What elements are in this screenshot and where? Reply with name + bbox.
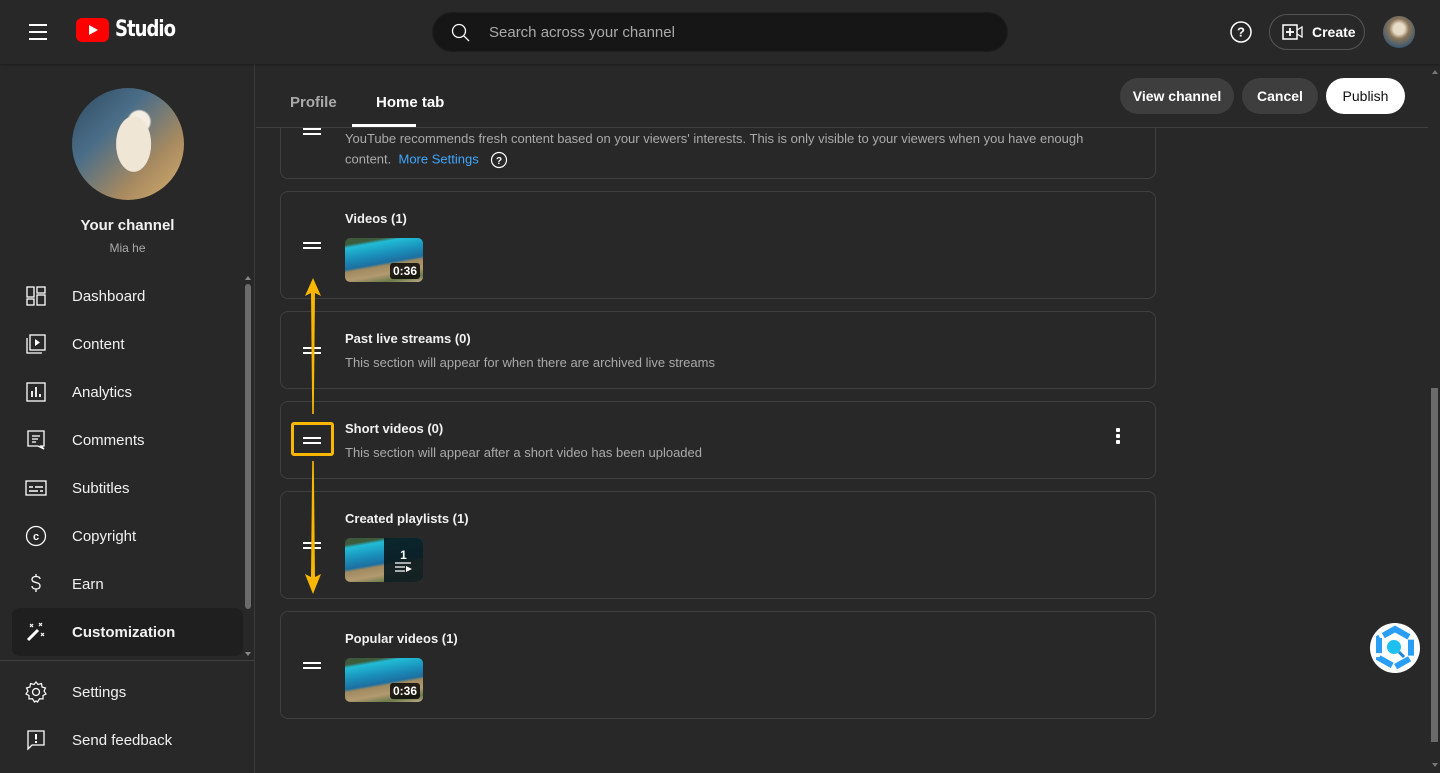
dashboard-icon: [26, 286, 46, 306]
sidebar-item-label: Copyright: [72, 527, 137, 545]
sidebar-item-comments[interactable]: Comments: [0, 416, 255, 464]
section-card-past-live-streams[interactable]: Past live streams (0) This section will …: [280, 311, 1156, 389]
create-video-icon: [1282, 24, 1303, 40]
more-options-icon[interactable]: [1115, 428, 1121, 446]
help-icon[interactable]: ?: [1229, 20, 1253, 44]
playlist-thumbnail[interactable]: 1: [345, 538, 423, 582]
top-bar: Studio ? Create: [0, 0, 1440, 64]
search-input[interactable]: [489, 13, 989, 51]
view-channel-button[interactable]: View channel: [1120, 78, 1234, 114]
copyright-icon: c: [25, 525, 47, 547]
section-title: Past live streams (0): [345, 331, 471, 346]
video-duration: 0:36: [389, 683, 420, 699]
cancel-button[interactable]: Cancel: [1242, 78, 1318, 114]
section-title: Videos (1): [345, 211, 407, 226]
drag-handle-icon[interactable]: [303, 662, 321, 669]
search-box[interactable]: [432, 12, 1008, 52]
section-card-popular-videos[interactable]: Popular videos (1) 0:36: [280, 611, 1156, 719]
dollar-icon: [31, 574, 41, 592]
section-card-created-playlists[interactable]: Created playlists (1) 1: [280, 491, 1156, 599]
tab-profile[interactable]: Profile: [290, 94, 337, 111]
sidebar-bottom-nav: Settings Send feedback: [0, 668, 255, 764]
playlist-count: 1: [400, 548, 407, 562]
tab-home[interactable]: Home tab: [376, 94, 444, 111]
sidebar-item-label: Content: [72, 335, 125, 353]
sidebar-item-label: Dashboard: [72, 287, 146, 305]
section-card-short-videos[interactable]: Short videos (0) This section will appea…: [280, 401, 1156, 479]
youtube-studio-logo[interactable]: Studio: [76, 17, 188, 42]
section-title: Popular videos (1): [345, 631, 458, 646]
sidebar-scrollbar[interactable]: [244, 276, 252, 656]
sidebar: Your channel Mia he Dashboard Content An…: [0, 64, 255, 773]
sidebar-item-label: Comments: [72, 431, 145, 449]
section-card-videos[interactable]: Videos (1) 0:36: [280, 191, 1156, 299]
gear-icon: [25, 681, 47, 703]
video-thumbnail[interactable]: 0:36: [345, 238, 423, 282]
sidebar-item-copyright[interactable]: c Copyright: [0, 512, 255, 560]
sidebar-item-label: Earn: [72, 575, 104, 593]
section-description: This section will appear for when there …: [345, 355, 715, 370]
active-tab-indicator: [352, 124, 416, 127]
tabs-bar: Profile Home tab View channel Cancel Pub…: [256, 64, 1428, 128]
recommendation-text: YouTube recommends fresh content based o…: [345, 131, 1084, 146]
main-scrollbar[interactable]: [1430, 64, 1440, 773]
highlight-box: [291, 422, 334, 456]
video-thumbnail[interactable]: 0:36: [345, 658, 423, 702]
youtube-logo-icon: [76, 17, 109, 42]
sidebar-divider: [0, 660, 255, 661]
section-title: Short videos (0): [345, 421, 444, 436]
publish-button[interactable]: Publish: [1326, 78, 1405, 114]
sidebar-item-content[interactable]: Content: [0, 320, 255, 368]
channel-name: Mia he: [109, 241, 146, 255]
floating-assistant-button[interactable]: [1370, 623, 1420, 673]
channel-title: Your channel: [80, 217, 175, 234]
content-icon: [26, 334, 46, 354]
subtitles-icon: [25, 480, 47, 496]
video-duration: 0:36: [389, 263, 420, 279]
sidebar-item-subtitles[interactable]: Subtitles: [0, 464, 255, 512]
svg-text:c: c: [33, 531, 39, 543]
svg-text:?: ?: [1237, 25, 1245, 40]
sidebar-item-label: Analytics: [72, 383, 133, 401]
comments-icon: [27, 430, 45, 450]
drag-handle-icon[interactable]: [303, 128, 321, 135]
search-assistant-icon: [1376, 625, 1414, 671]
svg-text:?: ?: [496, 156, 502, 167]
feedback-icon: [27, 730, 45, 751]
main-content: YouTube recommends fresh content based o…: [256, 54, 1440, 773]
sidebar-item-label: Settings: [72, 683, 127, 701]
more-settings-link[interactable]: More Settings: [399, 151, 479, 166]
search-icon: [451, 23, 470, 42]
sidebar-item-label: Subtitles: [72, 479, 130, 497]
create-label: Create: [1312, 24, 1356, 40]
account-avatar[interactable]: [1383, 16, 1415, 48]
sidebar-item-label: Customization: [72, 623, 176, 641]
help-icon[interactable]: ?: [490, 151, 508, 169]
drag-handle-icon[interactable]: [303, 242, 321, 249]
sidebar-item-dashboard[interactable]: Dashboard: [0, 272, 255, 320]
sidebar-item-label: Send feedback: [72, 731, 173, 749]
channel-avatar[interactable]: [72, 88, 184, 200]
sidebar-item-analytics[interactable]: Analytics: [0, 368, 255, 416]
playlist-overlay: 1: [384, 538, 423, 582]
magic-wand-icon: [26, 622, 45, 642]
recommendation-text-2: content. More Settings ?: [345, 151, 508, 169]
hamburger-menu-button[interactable]: [24, 20, 52, 44]
arrow-down-annotation: [305, 461, 321, 594]
playlist-play-icon: [394, 562, 412, 572]
sidebar-item-earn[interactable]: Earn: [0, 560, 255, 608]
sidebar-item-send-feedback[interactable]: Send feedback: [0, 716, 255, 764]
sidebar-item-settings[interactable]: Settings: [0, 668, 255, 716]
logo-text: Studio: [115, 17, 176, 42]
sidebar-item-customization[interactable]: Customization: [12, 608, 243, 656]
section-description: This section will appear after a short v…: [345, 445, 702, 460]
arrow-up-annotation: [305, 278, 321, 414]
create-button[interactable]: Create: [1269, 14, 1365, 50]
section-title: Created playlists (1): [345, 511, 469, 526]
sidebar-nav: Dashboard Content Analytics Comments Sub…: [0, 272, 255, 656]
analytics-icon: [26, 382, 46, 402]
